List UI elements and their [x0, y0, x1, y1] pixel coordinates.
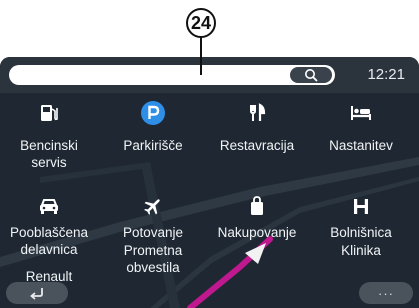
back-button[interactable]	[6, 282, 68, 304]
fuel-pump-icon	[41, 105, 58, 121]
poi-sublabel: Prometna obvestila	[123, 243, 183, 275]
clock: 12:21	[367, 66, 405, 83]
poi-authorized-workshop[interactable]: Pooblaščena delavnica Renault	[1, 194, 97, 285]
search-icon	[305, 69, 318, 82]
shopping-bag-icon	[251, 196, 263, 215]
poi-travel[interactable]: Potovanje Prometna obvestila	[105, 194, 201, 276]
poi-accommodation[interactable]: Nastanitev	[313, 101, 409, 154]
poi-shopping[interactable]: Nakupovanje	[209, 194, 305, 241]
car-icon	[40, 199, 58, 214]
back-arrow-icon	[30, 288, 43, 300]
poi-label: Bencinski	[20, 138, 78, 153]
poi-sublabel: Klinika	[341, 243, 381, 258]
airplane-icon	[144, 199, 160, 215]
poi-label: Nastanitev	[329, 138, 393, 153]
bed-icon	[351, 106, 371, 120]
poi-fuel-station[interactable]: Bencinski servis	[1, 101, 97, 171]
navigation-screen: 12:21 Bencinski servis Parkirišče Restav…	[0, 57, 419, 308]
poi-hospital[interactable]: Bolnišnica Klinika	[313, 194, 409, 259]
more-options-button[interactable]: ···	[359, 282, 413, 304]
poi-label: Potovanje	[122, 225, 184, 240]
poi-restaurant[interactable]: Restavracija	[209, 101, 305, 154]
search-input[interactable]	[9, 65, 335, 85]
poi-label: Bolnišnica	[330, 225, 392, 240]
callout-number: 24	[186, 8, 216, 38]
poi-parking[interactable]: Parkirišče	[105, 101, 201, 154]
poi-label: Restavracija	[219, 138, 295, 153]
poi-label: Parkirišče	[123, 138, 183, 153]
poi-label: Pooblaščena	[9, 225, 89, 240]
top-bar: 12:21	[0, 57, 419, 93]
fork-knife-icon	[250, 103, 266, 121]
hospital-icon	[354, 199, 368, 214]
callout-line	[200, 37, 202, 75]
parking-icon	[141, 101, 165, 125]
poi-sublabel: delavnica	[20, 242, 78, 257]
poi-sublabel: servis	[31, 155, 67, 170]
search-button[interactable]	[290, 67, 332, 83]
poi-label: Nakupovanje	[217, 225, 297, 240]
